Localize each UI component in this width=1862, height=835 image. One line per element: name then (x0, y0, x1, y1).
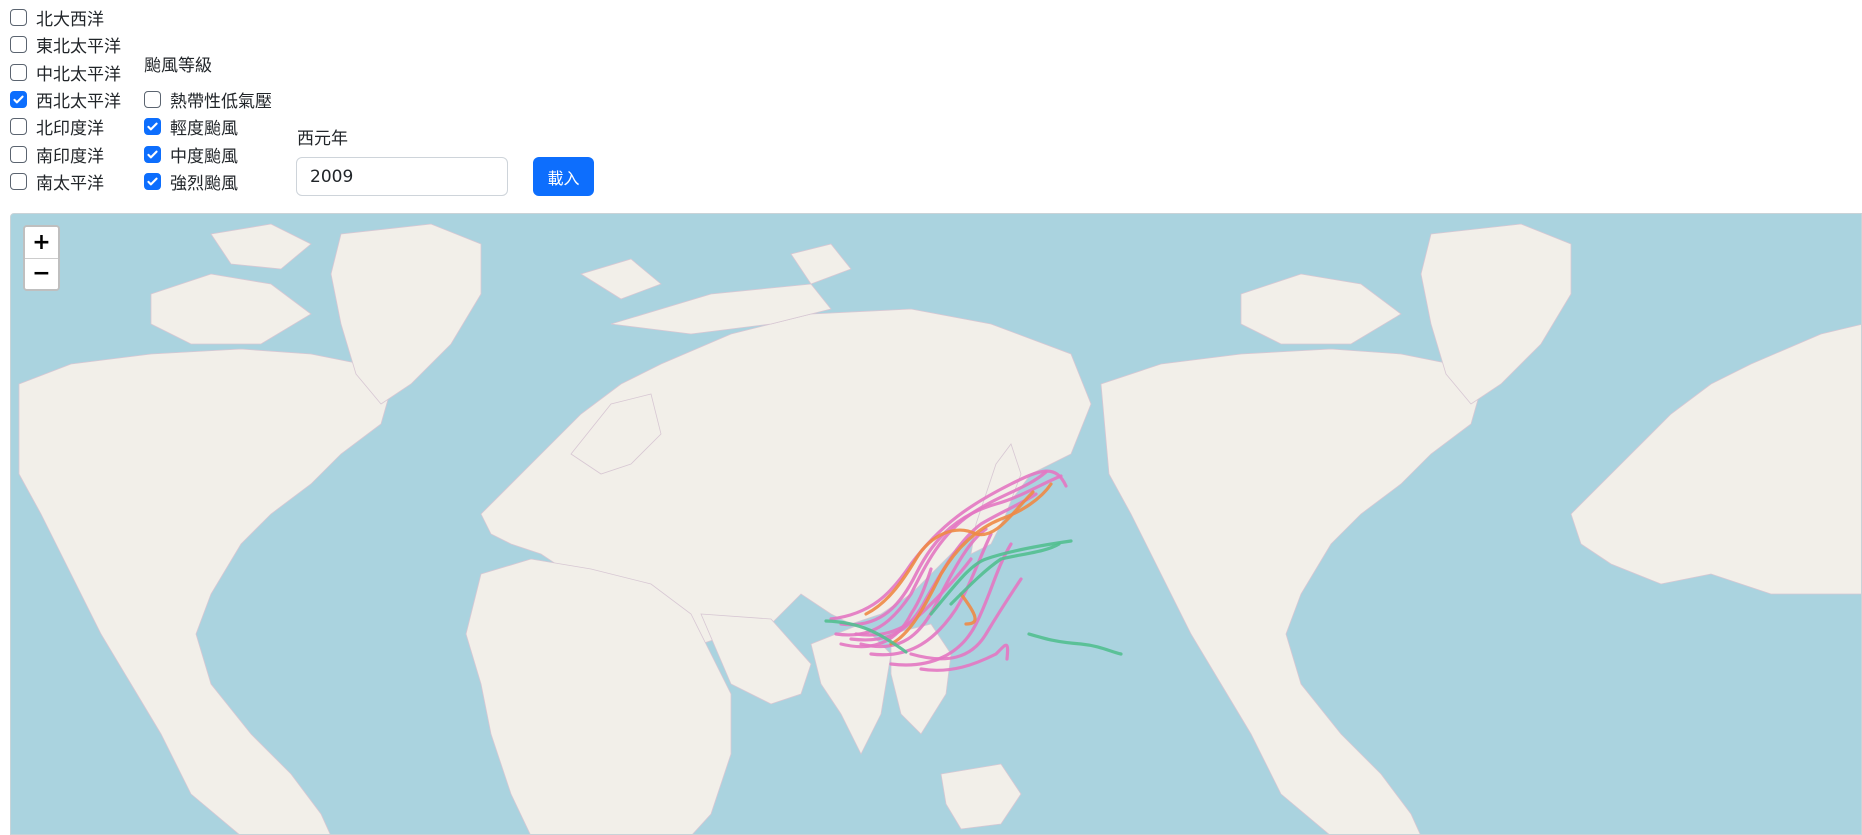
grade-severe-typhoon[interactable]: 強烈颱風 (144, 168, 272, 195)
basin-central-north-pacific[interactable]: 中北太平洋 (10, 59, 121, 86)
checkbox[interactable] (10, 172, 27, 190)
basin-south-pacific[interactable]: 南太平洋 (10, 168, 121, 195)
grade-label: 強烈颱風 (170, 174, 238, 195)
checkbox[interactable] (144, 118, 161, 136)
basin-north-atlantic[interactable]: 北大西洋 (10, 4, 121, 31)
grade-tropical-depression[interactable]: 熱帶性低氣壓 (144, 86, 272, 113)
grade-mild-typhoon[interactable]: 輕度颱風 (144, 113, 272, 140)
grade-group-title: 颱風等級 (144, 56, 212, 76)
basin-label: 東北太平洋 (36, 37, 121, 58)
load-button[interactable]: 載入 (533, 157, 594, 196)
grade-label: 輕度颱風 (170, 119, 238, 140)
basin-south-indian[interactable]: 南印度洋 (10, 140, 121, 167)
checkbox[interactable] (10, 91, 27, 109)
typhoon-track-18 (1027, 632, 1123, 656)
year-input[interactable] (296, 157, 508, 196)
basin-northeast-pacific[interactable]: 東北太平洋 (10, 31, 121, 58)
checkbox[interactable] (144, 173, 161, 191)
checkbox[interactable] (10, 36, 27, 54)
checkbox[interactable] (144, 145, 161, 163)
checkbox[interactable] (144, 91, 161, 109)
typhoon-tracks (824, 469, 1123, 672)
basin-filter-group: 北大西洋 東北太平洋 中北太平洋 西北太平洋 北印度洋 南印度洋 南太平洋 (10, 4, 121, 195)
typhoon-track-14 (959, 592, 977, 626)
basin-label: 中北太平洋 (36, 64, 121, 85)
checkbox[interactable] (10, 63, 27, 81)
basin-northwest-pacific[interactable]: 西北太平洋 (10, 86, 121, 113)
basin-label: 南印度洋 (36, 146, 104, 167)
year-label: 西元年 (297, 129, 348, 149)
grade-filter-group: 颱風等級 熱帶性低氣壓 輕度颱風 中度颱風 強烈颱風 (144, 54, 272, 195)
zoom-control: + − (23, 225, 60, 291)
grade-label: 熱帶性低氣壓 (170, 92, 272, 113)
typhoon-track-map[interactable]: + − (10, 213, 1862, 835)
checkbox[interactable] (10, 9, 27, 27)
grade-label: 中度颱風 (170, 146, 238, 167)
zoom-out-button[interactable]: − (25, 258, 58, 289)
basin-label: 南太平洋 (36, 173, 104, 194)
zoom-in-button[interactable]: + (25, 227, 58, 258)
basin-label: 北印度洋 (36, 119, 104, 140)
basin-north-indian[interactable]: 北印度洋 (10, 113, 121, 140)
basin-label: 西北太平洋 (36, 92, 121, 113)
checkbox[interactable] (10, 145, 27, 163)
checkbox[interactable] (10, 118, 27, 136)
basin-label: 北大西洋 (36, 10, 104, 31)
grade-moderate-typhoon[interactable]: 中度颱風 (144, 141, 272, 168)
